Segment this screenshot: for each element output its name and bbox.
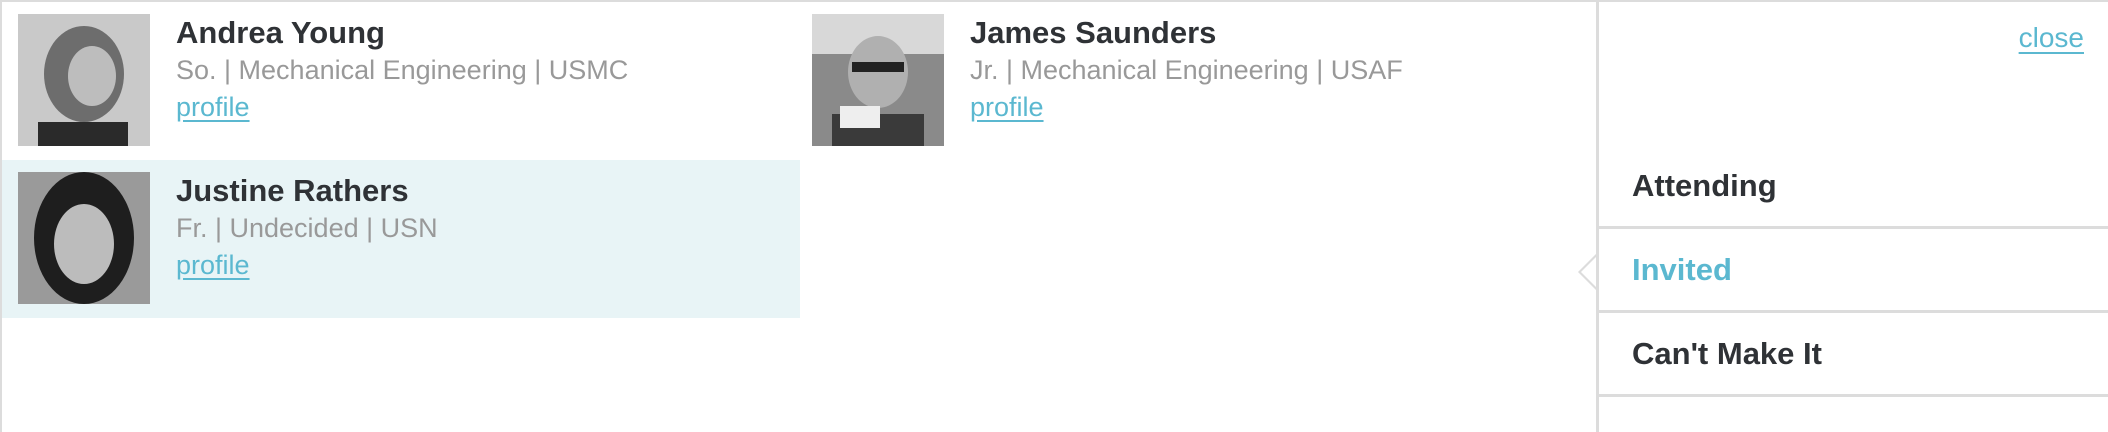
avatar bbox=[812, 14, 944, 146]
rsvp-menu: Attending Invited Can't Make It bbox=[1599, 145, 2108, 397]
person-name: Andrea Young bbox=[176, 15, 385, 50]
person-name: James Saunders bbox=[970, 15, 1217, 50]
person-details: Jr. | Mechanical Engineering | USAF bbox=[970, 55, 1403, 85]
menu-item-attending[interactable]: Attending bbox=[1599, 145, 2108, 229]
avatar bbox=[18, 14, 150, 146]
menu-item-invited[interactable]: Invited bbox=[1599, 229, 2108, 313]
person-name: Justine Rathers bbox=[176, 173, 409, 208]
close-link[interactable]: close bbox=[2019, 22, 2084, 54]
person-card-highlighted[interactable]: Justine Rathers Fr. | Undecided | USN pr… bbox=[2, 160, 800, 318]
active-pointer-icon bbox=[1578, 253, 1598, 291]
profile-link[interactable]: profile bbox=[176, 246, 250, 284]
profile-link[interactable]: profile bbox=[176, 88, 250, 126]
avatar bbox=[18, 172, 150, 304]
profile-link[interactable]: profile bbox=[970, 88, 1044, 126]
person-details: Fr. | Undecided | USN bbox=[176, 213, 438, 243]
person-details: So. | Mechanical Engineering | USMC bbox=[176, 55, 629, 85]
menu-item-cant-make-it[interactable]: Can't Make It bbox=[1599, 313, 2108, 397]
person-card[interactable]: Andrea Young So. | Mechanical Engineerin… bbox=[2, 2, 800, 160]
person-card[interactable]: James Saunders Jr. | Mechanical Engineer… bbox=[796, 2, 1586, 160]
rsvp-sidebar: close Attending Invited Can't Make It bbox=[1596, 0, 2108, 432]
